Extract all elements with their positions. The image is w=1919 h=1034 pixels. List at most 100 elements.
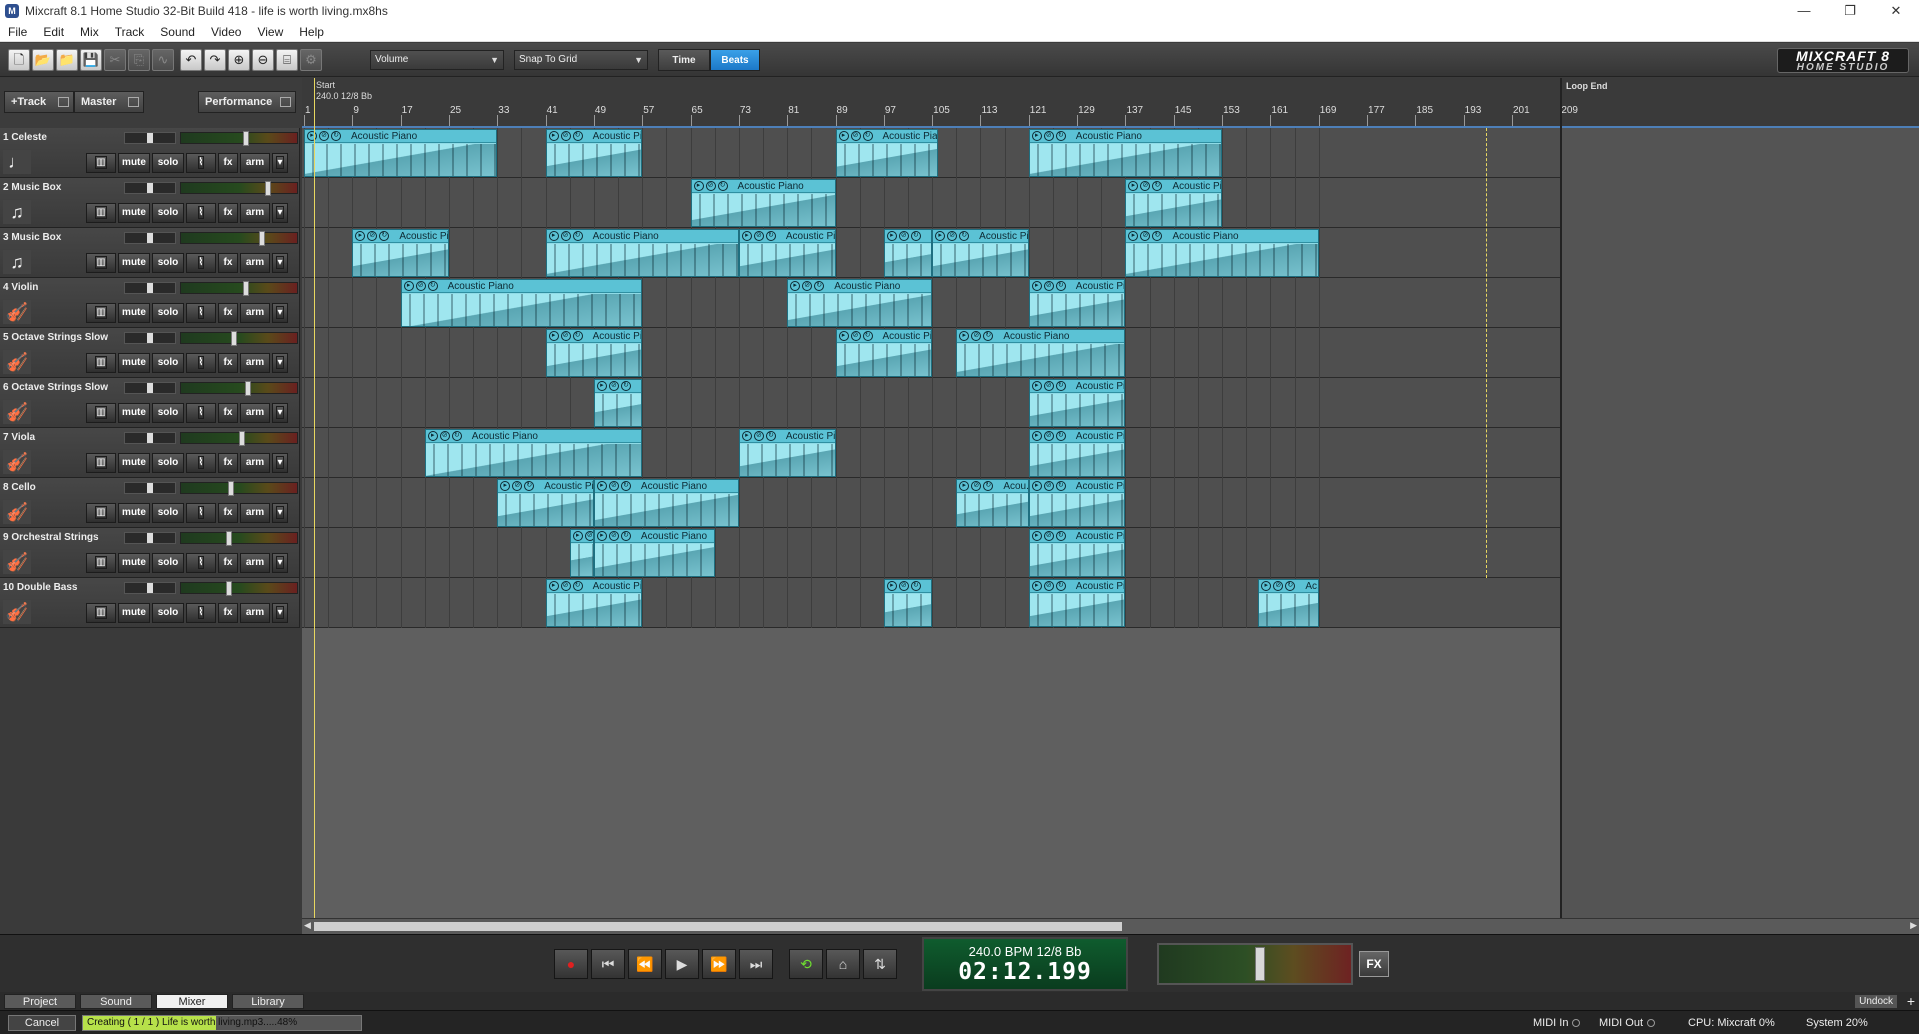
clip-loop-icon[interactable]: ↻ xyxy=(1055,381,1066,391)
clip-play-icon[interactable]: ▸ xyxy=(886,231,897,241)
clip-header[interactable]: ▸ ⊘ ↻ Acoustic Piano xyxy=(594,480,738,493)
strings-icon[interactable]: 🎻 xyxy=(3,350,31,374)
clip-play-icon[interactable]: ▸ xyxy=(1031,581,1042,591)
solo-button[interactable]: solo xyxy=(152,553,184,573)
fx-button[interactable]: fx xyxy=(218,153,238,173)
clip-loop-icon[interactable]: ↻ xyxy=(572,581,583,591)
volume-fader[interactable] xyxy=(231,331,237,346)
midi-clip[interactable]: ▸ ⊘ ↻ Ac... xyxy=(593,379,643,427)
clip-header[interactable]: ▸ ⊘ ↻ Acoustic Pi... xyxy=(546,580,642,593)
solo-button[interactable]: solo xyxy=(152,153,184,173)
track-lane[interactable] xyxy=(302,378,1560,428)
fx-button[interactable]: fx xyxy=(218,603,238,623)
clip-mute-icon[interactable]: ⊘ xyxy=(753,231,764,241)
clip-loop-icon[interactable]: ↻ xyxy=(572,231,583,241)
volume-fader[interactable] xyxy=(265,181,271,196)
clip-mute-icon[interactable]: ⊘ xyxy=(560,331,571,341)
clip-play-icon[interactable]: ▸ xyxy=(427,431,438,441)
pan-slider[interactable] xyxy=(124,232,176,244)
clip-loop-icon[interactable]: ↻ xyxy=(620,381,631,391)
menu-edit[interactable]: Edit xyxy=(35,25,72,39)
volume-fader[interactable] xyxy=(243,131,249,146)
midi-clip[interactable]: ▸ ⊘ ↻ Acoustic Pi... xyxy=(545,579,643,627)
midi-clip[interactable]: ▸ ⊘ ↻ Acoustic Pi... xyxy=(497,479,594,527)
track-header[interactable]: 4 Violin 🎻 ▥ mute solo ⌇ fx arm ▾ xyxy=(0,278,300,328)
clip-play-icon[interactable]: ▸ xyxy=(548,331,559,341)
clip-header[interactable]: ▸ ⊘ ↻ Acoustic Piano xyxy=(957,330,1125,343)
mute-button[interactable]: mute xyxy=(118,203,150,223)
keyboard-button[interactable]: ▥ xyxy=(86,603,116,623)
clip-play-icon[interactable]: ▸ xyxy=(1031,131,1042,141)
clip-loop-icon[interactable]: ↻ xyxy=(959,231,970,241)
menu-view[interactable]: View xyxy=(249,25,291,39)
undo-button[interactable]: ↶ xyxy=(180,49,202,71)
track-name[interactable]: 8 Cello xyxy=(3,482,36,493)
arm-button[interactable]: arm xyxy=(240,253,270,273)
clip-play-icon[interactable]: ▸ xyxy=(596,381,607,391)
keyboard-button[interactable]: ▥ xyxy=(86,553,116,573)
clip-header[interactable]: ▸ ⊘ ↻ Acoustic Piano xyxy=(691,180,835,193)
menu-video[interactable]: Video xyxy=(203,25,249,39)
rewind-button[interactable]: ⏪ xyxy=(628,949,662,979)
solo-button[interactable]: solo xyxy=(152,253,184,273)
clip-loop-icon[interactable]: ↻ xyxy=(983,481,994,491)
clip-header[interactable]: ▸ ⊘ ↻ Acoustic Pi... xyxy=(498,480,593,493)
clip-header[interactable]: ▸ ⊘ ↻ Acoustic Piano xyxy=(305,130,497,143)
keyboard-button[interactable]: ▥ xyxy=(86,453,116,473)
menu-mix[interactable]: Mix xyxy=(72,25,107,39)
midi-clip[interactable]: ▸ ⊘ ↻ Acoustic Pi... xyxy=(1028,529,1126,577)
clip-loop-icon[interactable]: ↻ xyxy=(572,331,583,341)
clip-loop-icon[interactable]: ↻ xyxy=(862,131,873,141)
mute-button[interactable]: mute xyxy=(118,603,150,623)
master-fx-button[interactable]: FX xyxy=(1359,951,1389,977)
midi-clip[interactable]: ▸ ⊘ ↻ Acoustic Pi... xyxy=(1028,379,1126,427)
clip-header[interactable]: ▸ ⊘ ↻ Ac... xyxy=(884,580,932,593)
track-menu-button[interactable]: ▾ xyxy=(272,353,288,373)
track-menu-button[interactable]: ▾ xyxy=(272,253,288,273)
volume-fader[interactable] xyxy=(228,481,234,496)
track-menu-button[interactable]: ▾ xyxy=(272,403,288,423)
arm-button[interactable]: arm xyxy=(240,453,270,473)
track-lane[interactable] xyxy=(302,178,1560,228)
track-name[interactable]: 4 Violin xyxy=(3,282,38,293)
solo-button[interactable]: solo xyxy=(152,603,184,623)
midi-clip[interactable]: ▸ ⊘ ↻ Acoustic Pi... xyxy=(738,429,836,477)
automation-button[interactable]: ⌇ xyxy=(186,253,216,273)
track-menu-button[interactable]: ▾ xyxy=(272,303,288,323)
clip-mute-icon[interactable]: ⊘ xyxy=(608,531,619,541)
clip-mute-icon[interactable]: ⊘ xyxy=(753,431,764,441)
menu-sound[interactable]: Sound xyxy=(152,25,203,39)
clip-mute-icon[interactable]: ⊘ xyxy=(850,131,861,141)
track-name[interactable]: 3 Music Box xyxy=(3,232,61,243)
sync-button[interactable]: ⇅ xyxy=(863,949,897,979)
clip-mute-icon[interactable]: ⊘ xyxy=(1140,231,1151,241)
solo-button[interactable]: solo xyxy=(152,403,184,423)
keyboard-button[interactable]: ▥ xyxy=(86,153,116,173)
clip-play-icon[interactable]: ▸ xyxy=(959,331,970,341)
track-name[interactable]: 6 Octave Strings Slow xyxy=(3,382,108,393)
clip-loop-icon[interactable]: ↻ xyxy=(1055,431,1066,441)
mute-button[interactable]: mute xyxy=(118,353,150,373)
clip-mute-icon[interactable]: ⊘ xyxy=(947,231,958,241)
track-header[interactable]: 6 Octave Strings Slow 🎻 ▥ mute solo ⌇ fx… xyxy=(0,378,300,428)
clip-mute-icon[interactable]: ⊘ xyxy=(971,331,982,341)
automation-button[interactable]: ⌇ xyxy=(186,553,216,573)
solo-button[interactable]: solo xyxy=(152,453,184,473)
automation-button[interactable]: ⌇ xyxy=(186,503,216,523)
track-lane[interactable] xyxy=(302,528,1560,578)
clip-header[interactable]: ▸ ⊘ ↻ Acoustic Pi... xyxy=(1029,480,1125,493)
violin-icon[interactable]: 🎻 xyxy=(3,300,31,324)
clip-header[interactable]: ▸ ⊘ ↻ Acoustic Pi... xyxy=(739,230,835,243)
horizontal-scrollbar[interactable]: ◀ ▶ xyxy=(302,918,1919,934)
volume-meter[interactable] xyxy=(180,531,298,546)
loop-button[interactable]: ⟲ xyxy=(789,949,823,979)
cut-button[interactable]: ✂ xyxy=(104,49,126,71)
clip-loop-icon[interactable]: ↻ xyxy=(1152,181,1163,191)
midi-clip[interactable]: ▸ ⊘ ↻ Acoustic Piano xyxy=(956,329,1126,377)
midi-clip[interactable]: ▸ ⊘ ↻ Acoustic Piano xyxy=(545,229,739,277)
clip-loop-icon[interactable]: ↻ xyxy=(620,531,631,541)
mute-button[interactable]: mute xyxy=(118,153,150,173)
midi-clip[interactable]: ▸ ⊘ ↻ Acoustic Piano xyxy=(690,179,836,227)
keyboard-button[interactable]: ▥ xyxy=(86,253,116,273)
clip-header[interactable]: ▸ ⊘ ↻ Acoustic Pi... xyxy=(1029,530,1125,543)
